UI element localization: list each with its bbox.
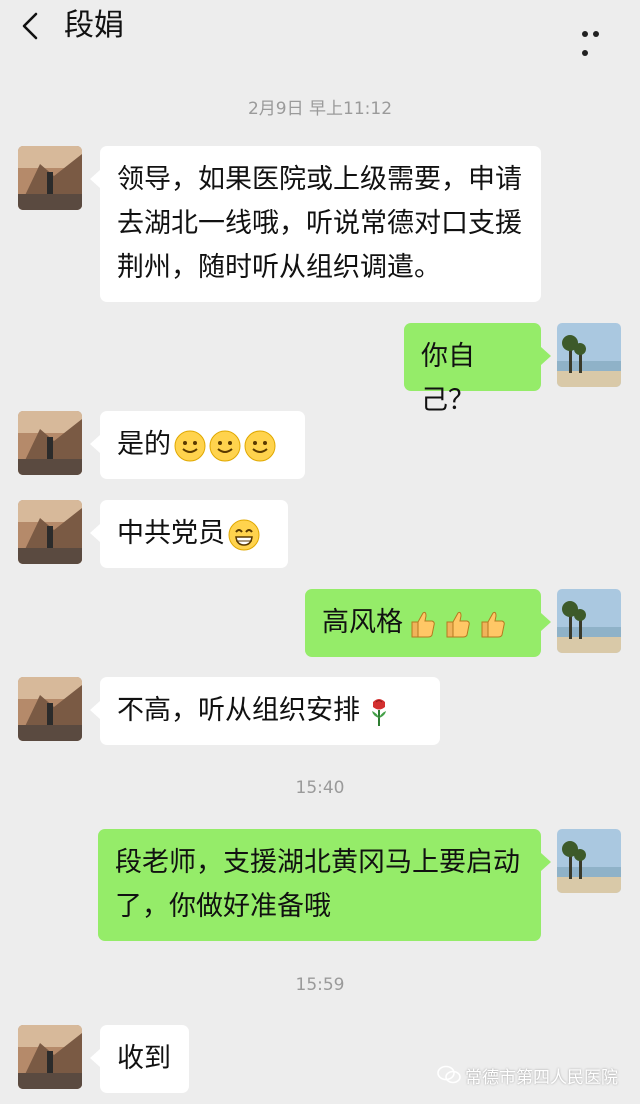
message-text: 高风格 — [322, 607, 403, 638]
message-text: 收到 — [117, 1043, 171, 1074]
chevron-left-icon[interactable] — [16, 11, 46, 41]
chat-header: 段娟 — [0, 0, 640, 58]
grin-emoji — [228, 519, 260, 550]
smile-emoji — [174, 430, 206, 461]
message-text: 段老师，支援湖北黄冈马上要启动了，你做好准备哦 — [115, 847, 520, 922]
rose-emoji — [372, 698, 386, 726]
self-avatar[interactable] — [557, 829, 621, 893]
contact-avatar[interactable] — [18, 677, 82, 741]
message-text: 是的 — [117, 429, 171, 460]
contact-avatar[interactable] — [18, 411, 82, 475]
watermark-text: 常德市第四人民医院 — [465, 1067, 618, 1088]
message-timestamp: 15:59 — [295, 975, 345, 995]
received-message-bubble[interactable]: 是的 — [90, 411, 305, 479]
thumbs-up-emoji — [446, 611, 470, 637]
received-message-bubble[interactable]: 领导，如果医院或上级需要，申请去湖北一线哦，听说常德对口支援 荆州，随时听从组织… — [90, 146, 541, 302]
self-avatar[interactable] — [557, 589, 621, 653]
message-timestamp: 15:40 — [295, 778, 345, 798]
self-avatar[interactable] — [557, 323, 621, 387]
received-message-bubble[interactable]: 中共党员 — [90, 500, 288, 568]
message-text: 中共党员 — [117, 518, 225, 549]
chat-title: 段娟 — [64, 8, 124, 43]
smile-emoji — [209, 430, 241, 461]
message-timestamp: 2月9日 早上11:12 — [247, 99, 393, 119]
message-text: 你自己？ — [421, 341, 475, 416]
received-message-bubble[interactable]: 不高，听从组织安排 — [90, 677, 440, 745]
smile-emoji — [244, 430, 276, 461]
contact-avatar[interactable] — [18, 146, 82, 210]
sent-message-bubble[interactable]: 段老师，支援湖北黄冈马上要启动了，你做好准备哦 — [98, 829, 551, 941]
sent-message-bubble[interactable]: 你自己？ — [404, 323, 551, 416]
more-dots-icon[interactable] — [582, 22, 614, 56]
wechat-icon — [437, 1065, 461, 1084]
message-text: 领导，如果医院或上级需要，申请去湖北一线哦，听说常德对口支援 荆州，随时听从组织… — [117, 164, 522, 283]
thumbs-up-emoji — [481, 611, 505, 637]
account-watermark: 常德市第四人民医院 — [437, 1062, 618, 1088]
contact-avatar[interactable] — [18, 1025, 82, 1089]
sent-message-bubble[interactable]: 高风格 — [305, 589, 551, 657]
thumbs-up-emoji — [411, 611, 435, 637]
contact-avatar[interactable] — [18, 500, 82, 564]
message-text: 不高，听从组织安排 — [117, 695, 360, 726]
received-message-bubble[interactable]: 收到 — [90, 1025, 189, 1093]
